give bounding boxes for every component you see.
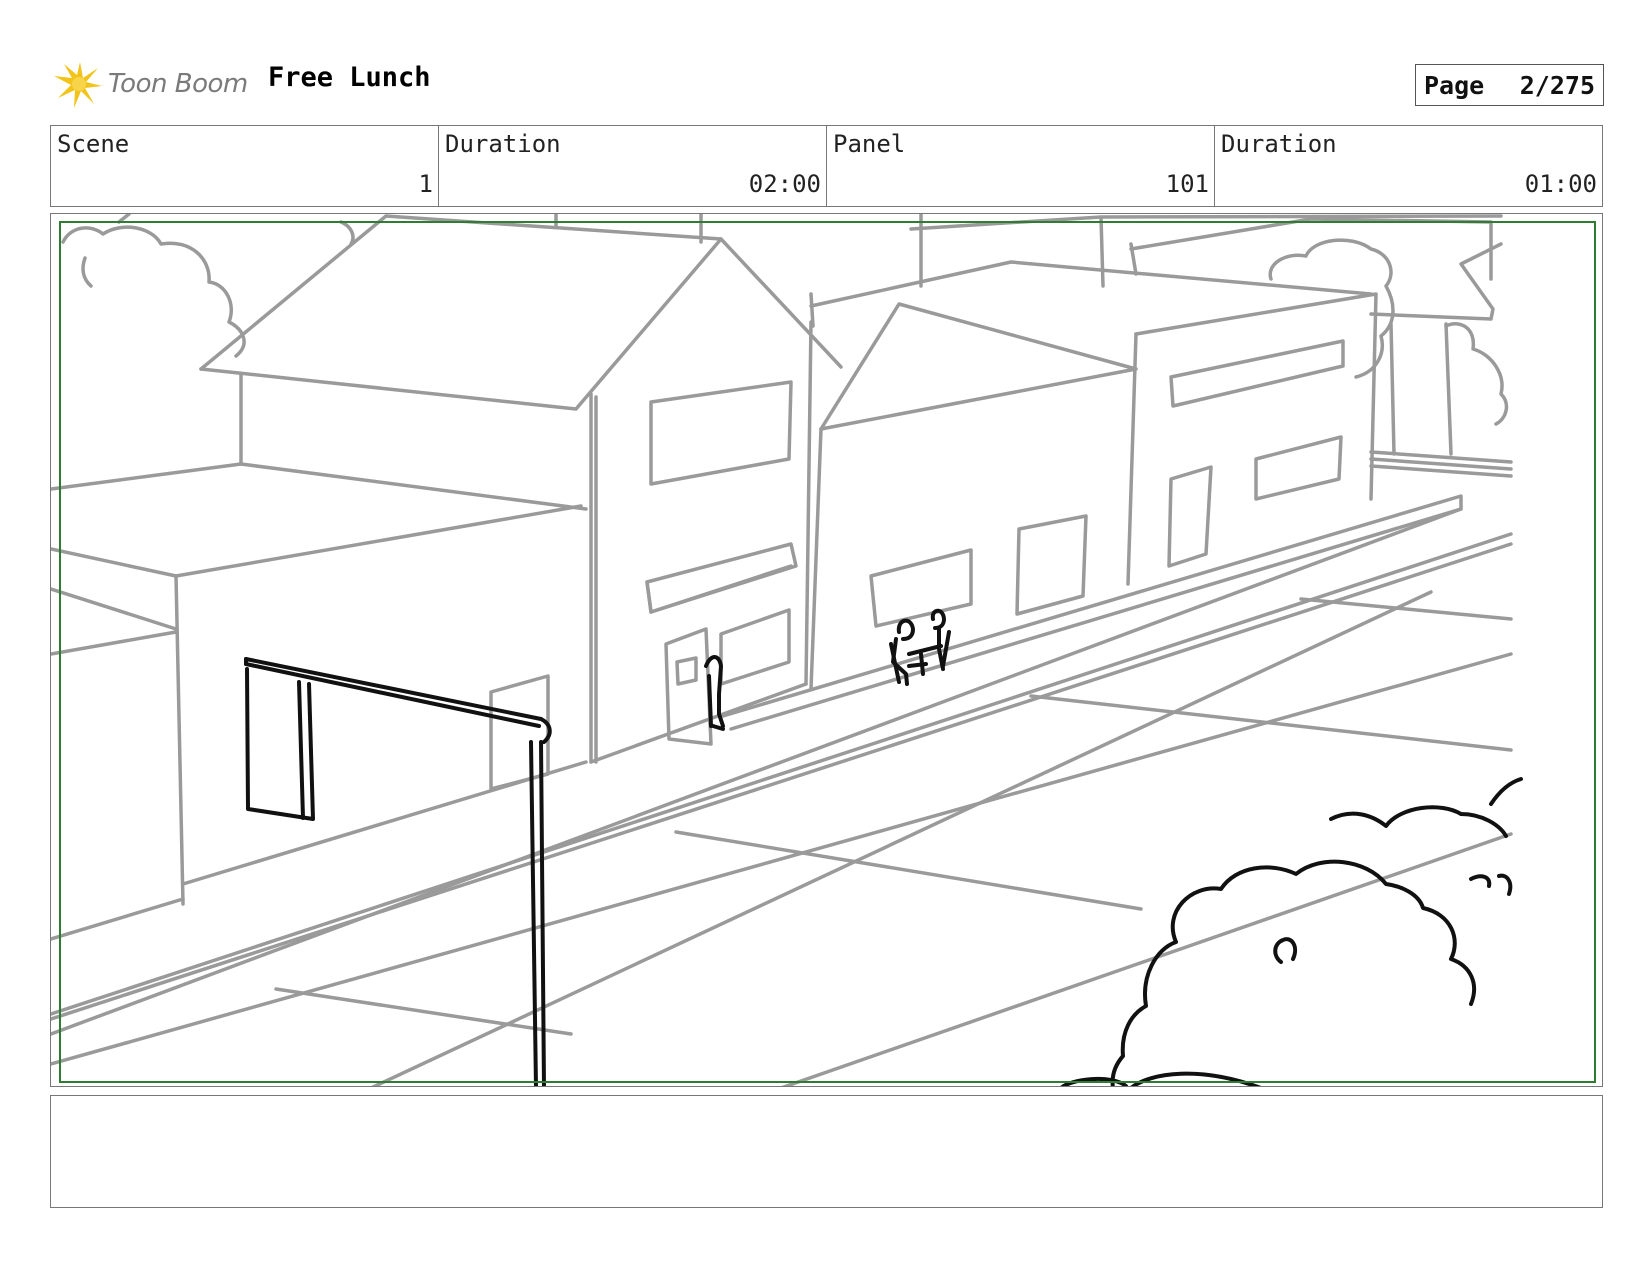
storyboard-header: Toon Boom Free Lunch Page 2/275	[52, 52, 1604, 116]
logo-text: Toon Boom	[108, 69, 248, 99]
toon-boom-logo: Toon Boom	[52, 56, 248, 112]
panel-info-table: Scene 1 Duration 02:00 Panel 101 Duratio…	[50, 125, 1603, 207]
panel-duration-value: 01:00	[1524, 170, 1597, 198]
storyboard-panel-image	[50, 213, 1603, 1087]
starburst-icon	[54, 62, 102, 108]
panel-cell: Panel 101	[827, 126, 1215, 206]
panel-value: 101	[1165, 170, 1209, 198]
panel-notes	[50, 1095, 1603, 1208]
scene-label: Scene	[57, 130, 130, 158]
page-value: 2/275	[1519, 70, 1595, 100]
page-label: Page	[1424, 70, 1485, 100]
street-sketch	[51, 214, 1596, 1086]
scene-duration-label: Duration	[445, 130, 561, 158]
project-title: Free Lunch	[268, 62, 431, 93]
scene-cell: Scene 1	[51, 126, 439, 206]
panel-duration-cell: Duration 01:00	[1215, 126, 1602, 206]
panel-duration-label: Duration	[1221, 130, 1337, 158]
scene-duration-value: 02:00	[748, 170, 821, 198]
scene-value: 1	[418, 170, 433, 198]
scene-duration-cell: Duration 02:00	[439, 126, 827, 206]
page-indicator: Page 2/275	[1415, 64, 1604, 106]
panel-label: Panel	[833, 130, 906, 158]
